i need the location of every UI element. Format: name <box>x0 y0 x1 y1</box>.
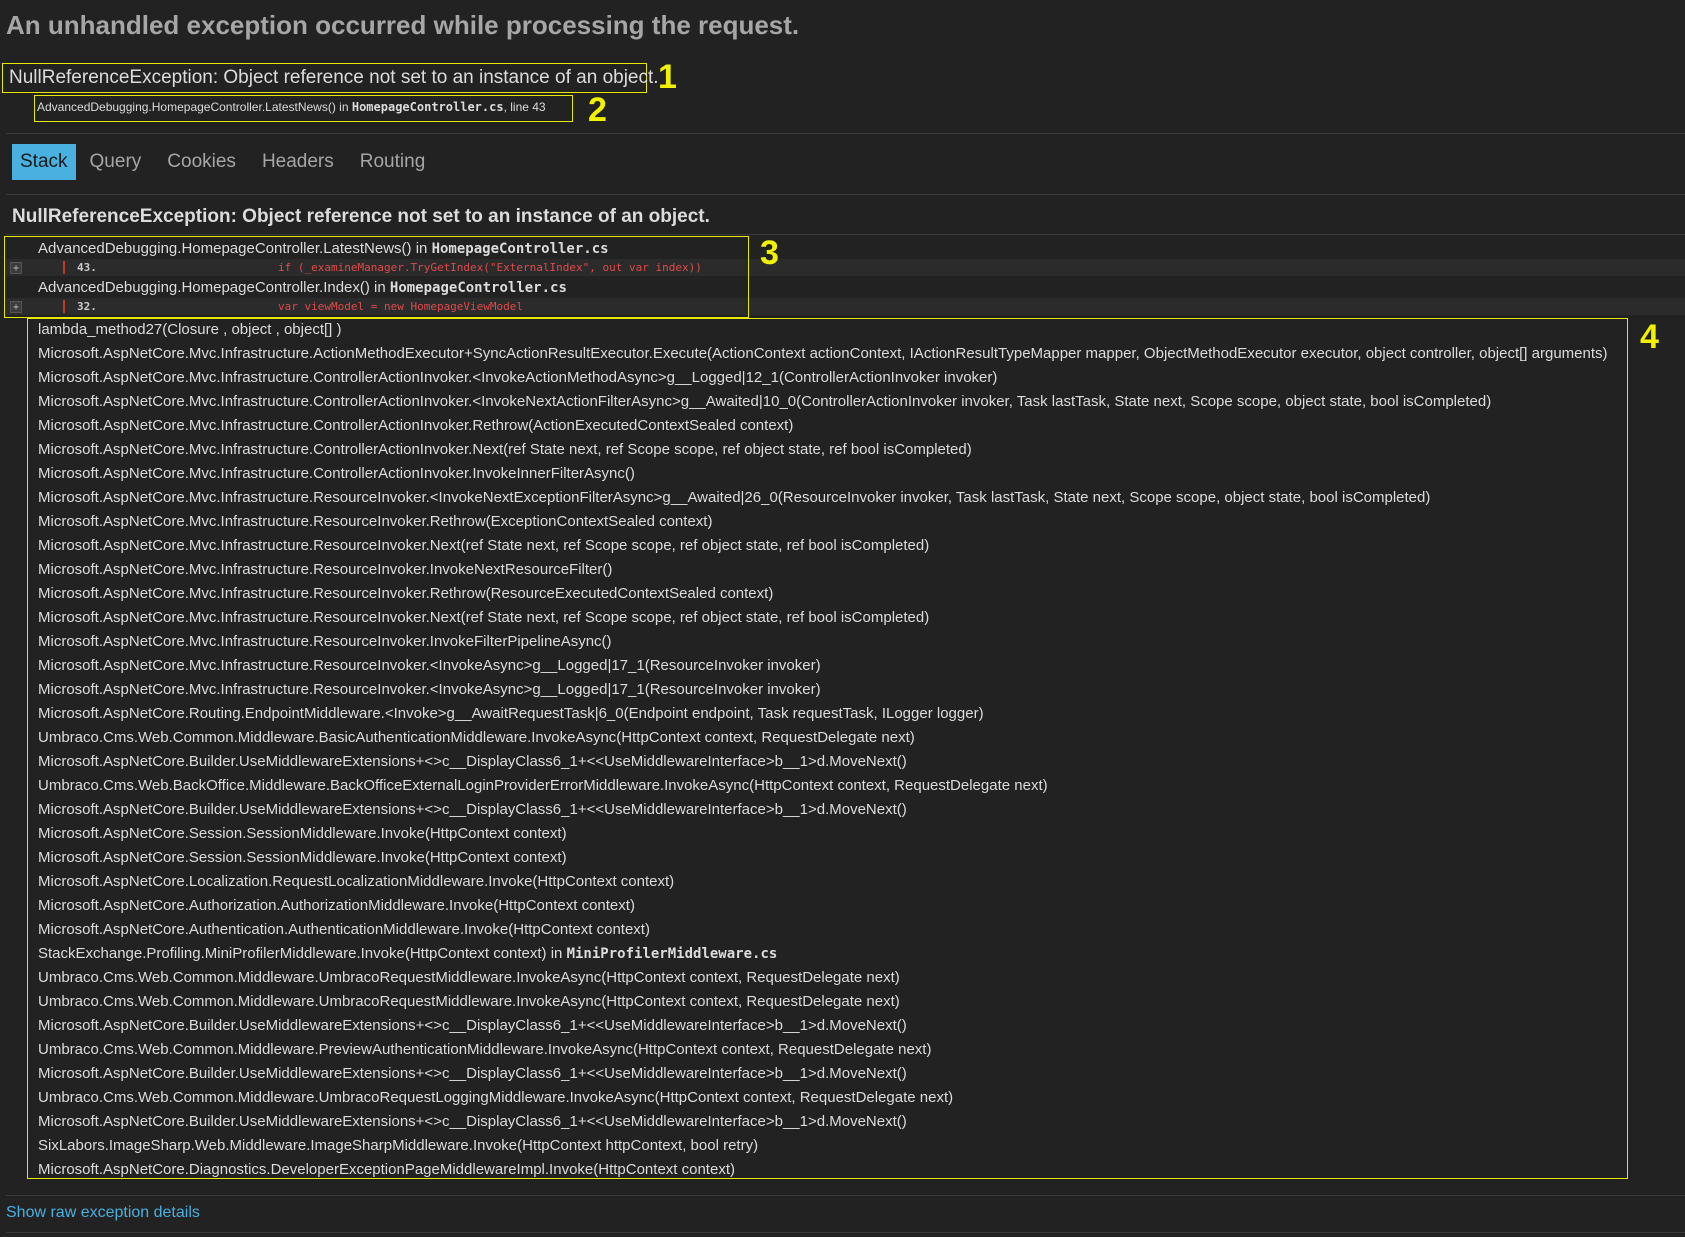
divider <box>6 1195 1685 1196</box>
tab-routing[interactable]: Routing <box>348 144 438 180</box>
divider <box>6 234 1685 235</box>
show-raw-exception-link[interactable]: Show raw exception details <box>6 1204 200 1222</box>
tab-stack[interactable]: Stack <box>12 144 76 180</box>
exception-location-method: AdvancedDebugging.HomepageController.Lat… <box>37 100 352 114</box>
exception-location-file: HomepageController.cs <box>351 100 504 114</box>
exception-summary: NullReferenceException: Object reference… <box>9 67 659 88</box>
annotation-box-4 <box>27 318 1628 1179</box>
annotation-label-2: 2 <box>588 91 607 129</box>
tab-cookies[interactable]: Cookies <box>155 144 248 180</box>
tab-bar: Stack Query Cookies Headers Routing <box>12 144 439 180</box>
annotation-label-3: 3 <box>760 234 779 272</box>
annotation-box-3 <box>4 236 749 318</box>
exception-location-line: , line 43 <box>503 100 546 114</box>
page-title: An unhandled exception occurred while pr… <box>6 10 800 40</box>
annotation-label-1: 1 <box>658 58 677 96</box>
stack-heading: NullReferenceException: Object reference… <box>12 206 710 227</box>
tab-query[interactable]: Query <box>78 144 154 180</box>
tab-headers[interactable]: Headers <box>250 144 346 180</box>
divider <box>6 133 1685 134</box>
divider <box>6 1232 1685 1233</box>
divider <box>6 194 1685 195</box>
exception-location: AdvancedDebugging.HomepageController.Lat… <box>37 100 546 114</box>
annotation-label-4: 4 <box>1640 318 1659 356</box>
